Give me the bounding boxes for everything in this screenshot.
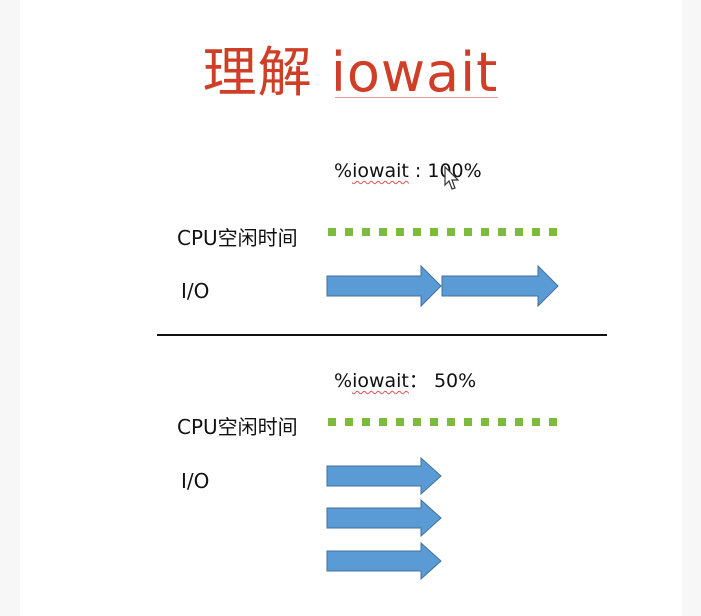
mouse-cursor-icon [444, 165, 460, 190]
io-arrows [326, 264, 559, 581]
bottom-io-arrow-3 [326, 541, 442, 581]
top-io-arrow-2 [441, 264, 559, 308]
bottom-io-arrow-1 [326, 456, 442, 496]
bottom-io-arrow-2 [326, 498, 442, 538]
top-io-arrow-1 [326, 264, 442, 308]
